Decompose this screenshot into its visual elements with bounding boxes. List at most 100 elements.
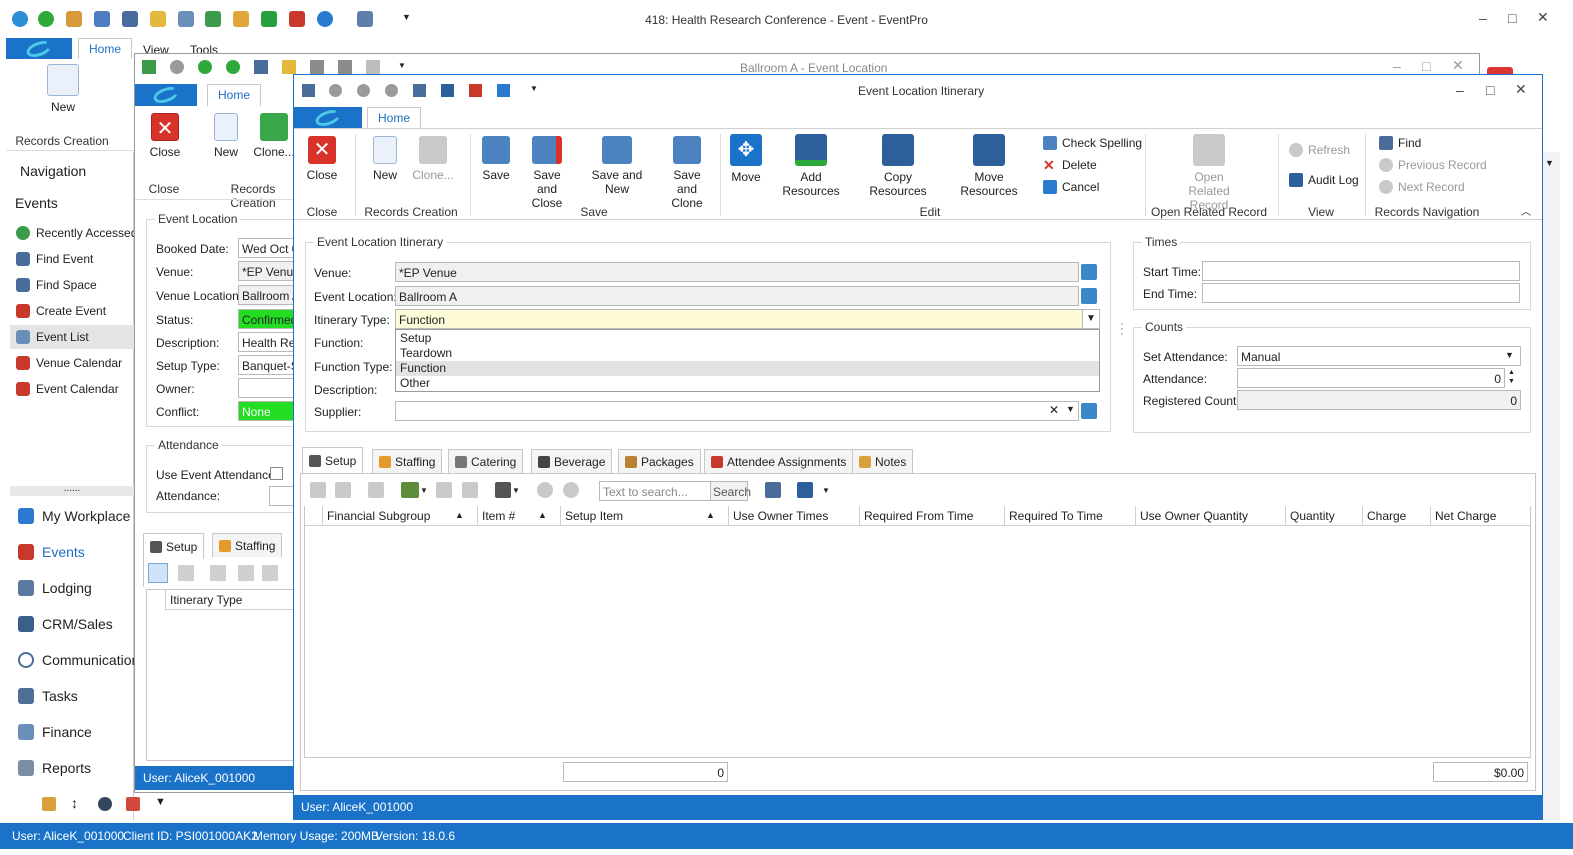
chevron-down-icon[interactable]: ▼ <box>1505 350 1514 360</box>
location-tab-home[interactable]: Home <box>207 84 262 106</box>
nav-splitter[interactable]: ...... <box>10 484 134 496</box>
sort-arrows-icon[interactable]: ↕ <box>71 795 78 811</box>
itinerary-open-related-button[interactable]: Open Related Record <box>1170 134 1248 212</box>
col-use-owner-quantity[interactable]: Use Owner Quantity <box>1136 506 1286 526</box>
conflict-field[interactable]: None <box>238 401 298 421</box>
module-finance[interactable]: Finance <box>18 724 92 740</box>
customize-qat-icon[interactable]: ▼ <box>398 61 406 70</box>
module-config-icon[interactable] <box>42 797 56 811</box>
itinerary-tab-home[interactable]: Home <box>367 107 422 129</box>
col-charge[interactable]: Charge <box>1363 506 1431 526</box>
col-quantity[interactable]: Quantity <box>1286 506 1363 526</box>
grid-header-itinerary-type[interactable]: Itinerary Type <box>165 590 297 610</box>
chevron-down-icon[interactable]: ▼ <box>155 796 166 808</box>
module-events[interactable]: Events <box>18 544 85 560</box>
venue-lookup-icon[interactable] <box>1081 264 1097 280</box>
move-down-icon[interactable] <box>563 482 579 498</box>
nav-find-event[interactable]: Find Event <box>16 252 93 266</box>
itinerary-type-select[interactable]: Function <box>395 309 1100 329</box>
itinerary-clone-button[interactable]: Clone... <box>410 136 456 182</box>
module-reports[interactable]: Reports <box>18 760 91 776</box>
owner-field[interactable] <box>238 378 298 398</box>
up-arrow-icon[interactable] <box>329 84 342 97</box>
itinerary-app-menu[interactable] <box>294 106 362 130</box>
set-attendance-select[interactable]: Manual <box>1237 346 1521 366</box>
location-maximize-icon[interactable]: □ <box>1422 58 1430 74</box>
nav-venue-calendar[interactable]: Venue Calendar <box>16 356 122 370</box>
description-field[interactable]: Health Res <box>238 332 298 352</box>
booked-date-field[interactable]: Wed Oct 0 <box>238 238 298 258</box>
delete-icon[interactable] <box>262 565 278 581</box>
location-new-button[interactable]: New <box>206 113 246 159</box>
collapse-ribbon-icon[interactable]: ▼ <box>1545 158 1554 168</box>
location-tab-setup[interactable]: Setup <box>143 533 205 559</box>
main-app-menu[interactable] <box>6 37 72 61</box>
spin-up-down-icon[interactable]: ▲ ▼ <box>1508 368 1515 386</box>
itinerary-add-resources-button[interactable]: Add Resources <box>772 134 850 198</box>
search-options-icon[interactable] <box>765 482 781 498</box>
location-app-menu[interactable] <box>135 83 197 107</box>
duplicate-icon[interactable] <box>436 482 452 498</box>
grid-icon[interactable] <box>335 482 351 498</box>
col-required-to-time[interactable]: Required To Time <box>1005 506 1136 526</box>
location-minimize-icon[interactable]: – <box>1393 58 1401 74</box>
status-field[interactable]: Confirmed <box>238 309 298 329</box>
disc-icon[interactable] <box>98 797 112 811</box>
list-icon[interactable] <box>142 60 156 74</box>
itinerary-close-icon[interactable]: ✕ <box>1515 81 1527 98</box>
itinerary-save-close-button[interactable]: Save and Close <box>520 136 574 210</box>
customize-qat-icon[interactable]: ▼ <box>530 84 538 93</box>
undo-icon[interactable] <box>497 84 510 97</box>
clear-x-icon[interactable]: ✕ <box>1049 403 1059 417</box>
itinerary-copy-resources-button[interactable]: Copy Resources <box>856 134 940 198</box>
supplier-lookup-icon[interactable] <box>1081 403 1097 419</box>
itinerary-previous-record-button[interactable]: Previous Record <box>1379 158 1487 172</box>
attendance-spin-field[interactable]: 0 <box>1237 368 1505 388</box>
col-use-owner-times[interactable]: Use Owner Times <box>729 506 860 526</box>
supplier-field[interactable] <box>395 401 1079 421</box>
subtab-catering[interactable]: Catering <box>448 449 524 473</box>
nav-event-calendar[interactable]: Event Calendar <box>16 382 119 396</box>
itinerary-move-resources-button[interactable]: Move Resources <box>946 134 1032 198</box>
location-clone-button[interactable]: Clone... <box>252 113 296 159</box>
filter-icon[interactable] <box>495 482 511 498</box>
module-communication[interactable]: Communication <box>18 652 139 668</box>
col-setup-item[interactable]: Setup Item <box>561 506 729 526</box>
dropdown-option-function[interactable]: Function <box>396 361 1099 376</box>
nav-event-list[interactable]: Event List <box>16 330 89 344</box>
itinerary-move-button[interactable]: ✥ Move <box>726 134 766 184</box>
event-location-field[interactable]: Ballroom A <box>395 286 1079 306</box>
save-icon[interactable] <box>441 84 454 97</box>
itinerary-maximize-icon[interactable]: □ <box>1486 82 1494 98</box>
close-icon[interactable]: ✕ <box>1537 9 1549 26</box>
dropdown-option-setup[interactable]: Setup <box>396 331 1099 346</box>
chevron-down-icon[interactable]: ▼ <box>420 486 428 495</box>
itinerary-check-spelling-button[interactable]: Check Spelling <box>1043 136 1142 150</box>
itinerary-delete-button[interactable]: ✕ Delete <box>1043 158 1097 172</box>
list-icon[interactable] <box>302 84 315 97</box>
add-icon[interactable] <box>210 565 226 581</box>
subtab-beverage[interactable]: Beverage <box>531 449 613 473</box>
venue-field[interactable]: *EP Venue <box>395 262 1079 282</box>
nav-create-event[interactable]: Create Event <box>16 304 106 318</box>
itinerary-cancel-button[interactable]: Cancel <box>1043 180 1099 194</box>
setup-type-field[interactable]: Banquet-Sq <box>238 355 298 375</box>
itinerary-next-record-button[interactable]: Next Record <box>1379 180 1465 194</box>
main-new-button[interactable]: New <box>40 64 86 114</box>
venue-field[interactable]: *EP Venue <box>238 261 298 281</box>
chevron-down-icon[interactable]: ▼ <box>512 486 520 495</box>
add-rows-icon[interactable] <box>401 482 419 498</box>
use-event-attendance-checkbox[interactable] <box>270 467 283 480</box>
maximize-icon[interactable]: □ <box>1508 10 1516 26</box>
copy-row-icon[interactable] <box>178 565 194 581</box>
layout-save-icon[interactable] <box>797 482 813 498</box>
move-up-icon[interactable] <box>537 482 553 498</box>
venue-location-field[interactable]: Ballroom A <box>238 285 298 305</box>
save-close-icon[interactable] <box>469 84 482 97</box>
refresh-icon[interactable] <box>385 84 398 97</box>
col-net-charge[interactable]: Net Charge <box>1431 506 1530 526</box>
chevron-down-icon[interactable]: ▼ <box>1066 404 1075 414</box>
itinerary-refresh-button[interactable]: Refresh <box>1289 143 1350 157</box>
refresh-icon[interactable] <box>226 60 240 74</box>
module-crm-sales[interactable]: CRM/Sales <box>18 616 113 632</box>
